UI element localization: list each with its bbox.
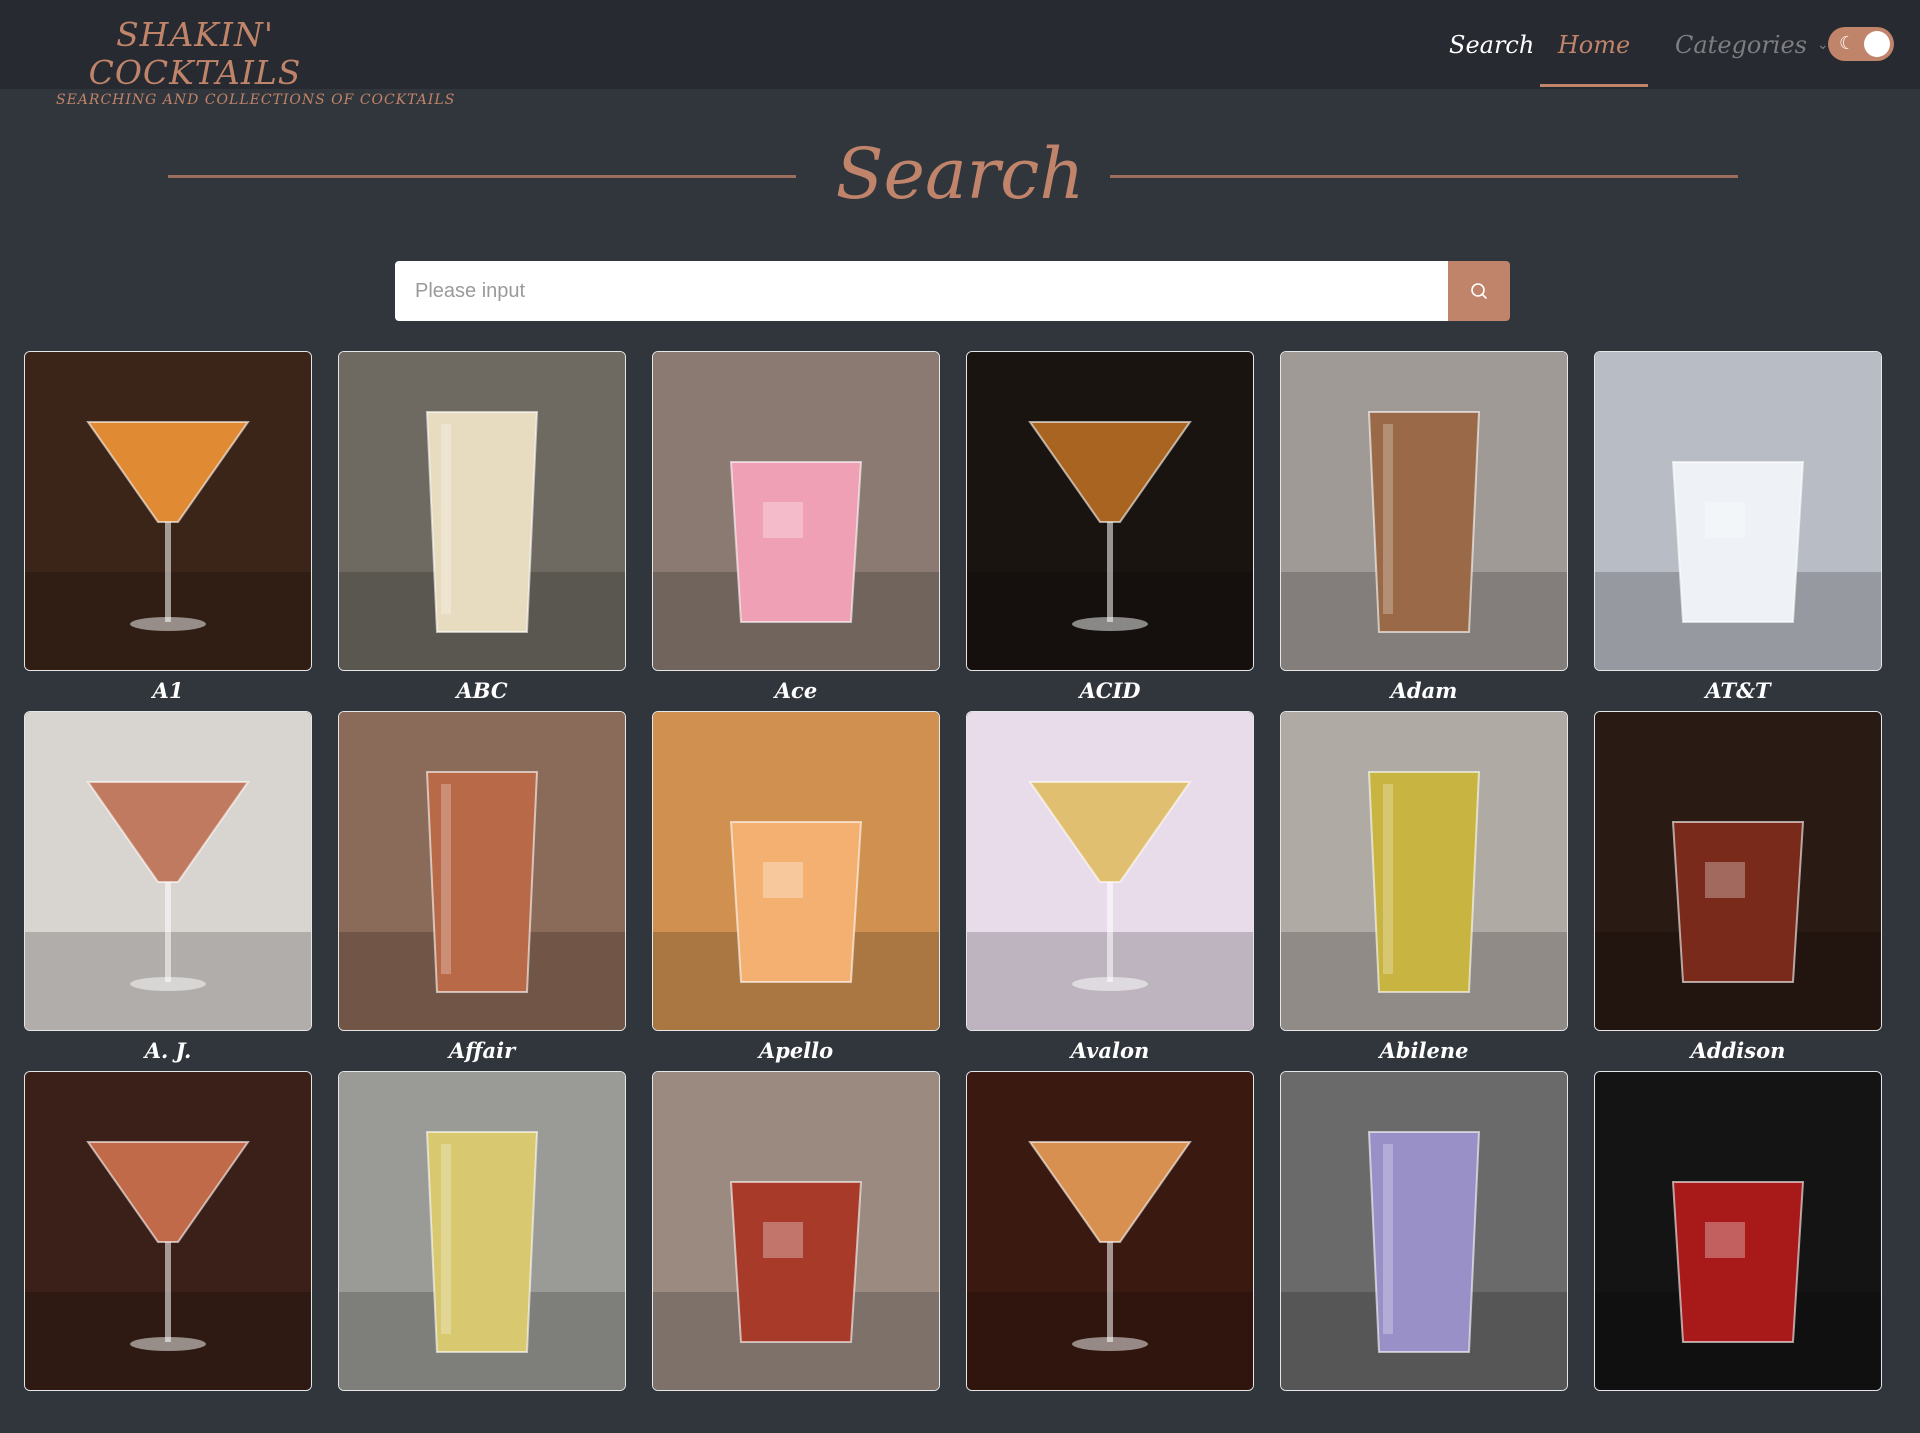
brand-logo[interactable]: SHAKIN' COCKTAILS SEARCHING AND COLLECTI…: [56, 15, 456, 109]
cocktail-card[interactable]: ABC: [338, 351, 626, 711]
cocktail-name: Affair: [448, 1038, 516, 1063]
cocktail-card[interactable]: Affair: [338, 711, 626, 1071]
cocktail-image[interactable]: [24, 1071, 312, 1391]
cocktail-image[interactable]: [1280, 351, 1568, 671]
cocktail-image[interactable]: [652, 351, 940, 671]
nav-categories-dropdown[interactable]: Categories ⌄: [1675, 0, 1829, 89]
cocktail-image[interactable]: [1594, 351, 1882, 671]
search-icon: [1471, 283, 1487, 299]
cocktail-photo: [25, 352, 311, 670]
cocktail-photo: [25, 712, 311, 1030]
cocktail-photo: [1281, 352, 1567, 670]
cocktail-name: A. J.: [144, 1038, 192, 1063]
cocktail-name: [966, 1391, 1254, 1433]
cocktail-image[interactable]: [338, 711, 626, 1031]
cocktail-card[interactable]: Avalon: [966, 711, 1254, 1071]
cocktail-photo: [1281, 1072, 1567, 1390]
cocktail-photo: [967, 712, 1253, 1030]
cocktail-card[interactable]: [1280, 1071, 1568, 1431]
cocktail-image[interactable]: [1594, 711, 1882, 1031]
cocktail-card[interactable]: Adam: [1280, 351, 1568, 711]
cocktail-image[interactable]: [338, 351, 626, 671]
cocktail-image[interactable]: [966, 1071, 1254, 1391]
cocktail-card[interactable]: [652, 1071, 940, 1431]
cocktail-card[interactable]: A1: [24, 351, 312, 711]
theme-toggle[interactable]: ☾: [1828, 27, 1894, 61]
search-button[interactable]: [1448, 261, 1510, 321]
nav-search[interactable]: Search: [1449, 0, 1534, 89]
cocktail-photo: [967, 352, 1253, 670]
cocktail-name: A1: [152, 678, 184, 703]
cocktail-name: Apello: [758, 1038, 834, 1063]
cocktail-card[interactable]: Apello: [652, 711, 940, 1071]
cocktail-photo: [339, 712, 625, 1030]
cocktail-card[interactable]: [338, 1071, 626, 1431]
divider-right: [1110, 175, 1738, 178]
page-title: Search: [835, 133, 1085, 215]
nav-categories-label: Categories: [1675, 30, 1807, 59]
cocktail-photo: [967, 1072, 1253, 1390]
cocktail-photo: [653, 712, 939, 1030]
cocktail-name: Ace: [774, 678, 818, 703]
cocktail-card[interactable]: Ace: [652, 351, 940, 711]
cocktail-image[interactable]: [966, 711, 1254, 1031]
cocktail-photo: [653, 352, 939, 670]
cocktail-card[interactable]: Abilene: [1280, 711, 1568, 1071]
top-navbar: SHAKIN' COCKTAILS SEARCHING AND COLLECTI…: [0, 0, 1920, 108]
cocktail-image[interactable]: [652, 711, 940, 1031]
toggle-knob: [1864, 31, 1890, 57]
cocktail-card[interactable]: ACID: [966, 351, 1254, 711]
cocktail-grid: A1 ABC Ace ACID Adam AT&T A. J. Affair Apello Ava…: [24, 351, 1882, 1431]
cocktail-image[interactable]: [1280, 711, 1568, 1031]
cocktail-name: AT&T: [1705, 678, 1771, 703]
cocktail-image[interactable]: [1280, 1071, 1568, 1391]
cocktail-image[interactable]: [24, 711, 312, 1031]
cocktail-photo: [1595, 712, 1881, 1030]
cocktail-card[interactable]: [966, 1071, 1254, 1431]
cocktail-photo: [653, 1072, 939, 1390]
brand-subtitle: SEARCHING AND COLLECTIONS OF COCKTAILS: [56, 92, 456, 108]
cocktail-name: ACID: [1079, 678, 1141, 703]
moon-icon: ☾: [1839, 33, 1856, 54]
cocktail-card[interactable]: A. J.: [24, 711, 312, 1071]
chevron-down-icon: ⌄: [1817, 36, 1829, 53]
cocktail-image[interactable]: [652, 1071, 940, 1391]
cocktail-photo: [25, 1072, 311, 1390]
cocktail-photo: [339, 1072, 625, 1390]
cocktail-image[interactable]: [338, 1071, 626, 1391]
cocktail-name: Avalon: [1070, 1038, 1150, 1063]
cocktail-card[interactable]: Addison: [1594, 711, 1882, 1071]
cocktail-image[interactable]: [1594, 1071, 1882, 1391]
cocktail-image[interactable]: [966, 351, 1254, 671]
cocktail-name: Addison: [1690, 1038, 1786, 1063]
nav-home[interactable]: Home: [1540, 0, 1648, 89]
search-input[interactable]: [395, 261, 1448, 321]
cocktail-photo: [1595, 1072, 1881, 1390]
cocktail-photo: [339, 352, 625, 670]
cocktail-card[interactable]: [1594, 1071, 1882, 1431]
cocktail-card[interactable]: AT&T: [1594, 351, 1882, 711]
cocktail-card[interactable]: [24, 1071, 312, 1431]
cocktail-name: Adam: [1390, 678, 1458, 703]
cocktail-name: [338, 1391, 626, 1433]
nav-home-label: Home: [1557, 30, 1631, 59]
cocktail-photo: [1595, 352, 1881, 670]
search-bar: [395, 261, 1510, 321]
cocktail-image[interactable]: [24, 351, 312, 671]
cocktail-name: ABC: [456, 678, 508, 703]
section-header: Search: [0, 120, 1920, 230]
cocktail-name: [1280, 1391, 1568, 1433]
cocktail-name: Abilene: [1379, 1038, 1469, 1063]
cocktail-name: [24, 1391, 312, 1433]
brand-title: SHAKIN' COCKTAILS: [88, 15, 302, 92]
cocktail-name: [652, 1391, 940, 1433]
cocktail-photo: [1281, 712, 1567, 1030]
cocktail-name: [1594, 1391, 1882, 1433]
